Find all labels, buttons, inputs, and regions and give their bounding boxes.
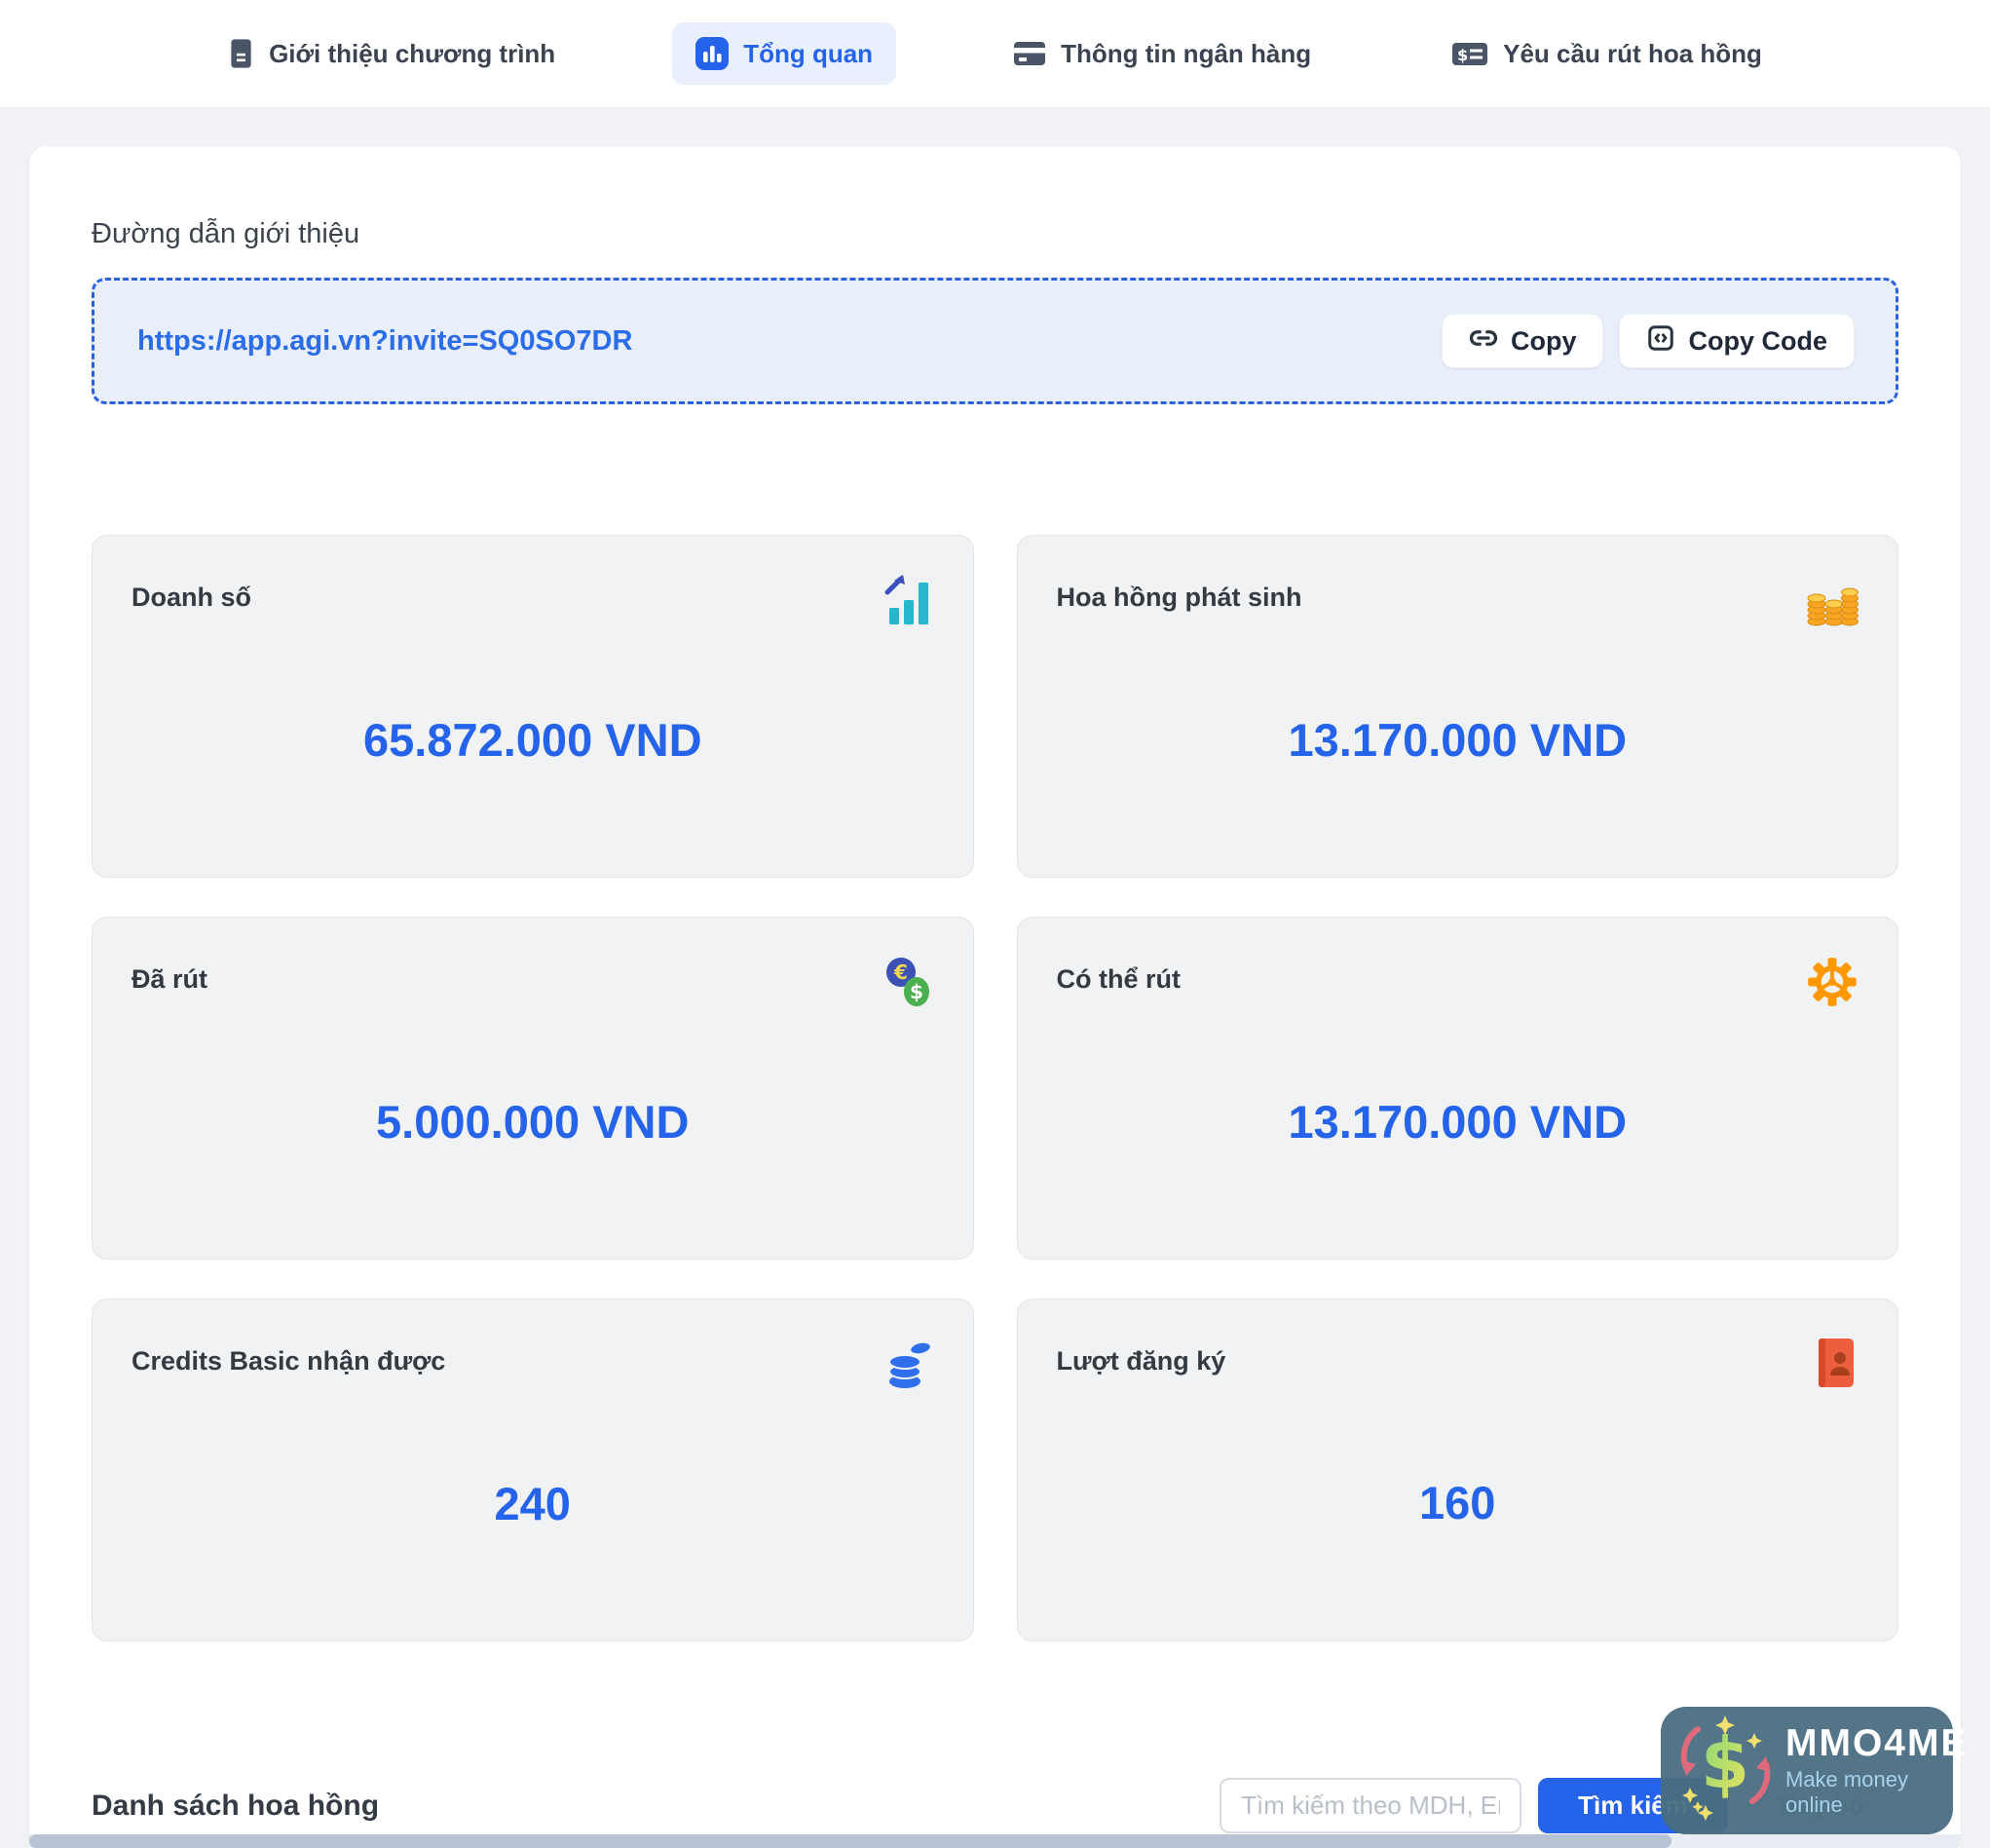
tab-overview[interactable]: Tổng quan	[672, 22, 896, 85]
stat-label: Credits Basic nhận được	[131, 1337, 445, 1377]
tab-program-intro[interactable]: Giới thiệu chương trình	[205, 23, 579, 84]
stat-label: Doanh số	[131, 573, 251, 613]
credit-card-icon	[1013, 39, 1046, 68]
horizontal-scrollbar[interactable]	[29, 1834, 1961, 1848]
stat-card-withdrawable: Có thể rút	[1017, 917, 1899, 1260]
stat-card-credits-basic: Credits Basic nhận được 240	[92, 1299, 974, 1641]
commissions-title: Danh sách hoa hồng	[92, 1790, 379, 1823]
stat-card-withdrawn: Đã rút € $ 5.000.000 VND	[92, 917, 974, 1260]
coins-icon	[883, 1337, 934, 1396]
copy-button[interactable]: Copy	[1442, 314, 1604, 368]
watermark-subtitle: Make money online	[1785, 1767, 1969, 1818]
tab-label: Giới thiệu chương trình	[269, 39, 555, 69]
dollar-exchange-graphic: $	[1669, 1708, 1783, 1833]
scrollbar-thumb[interactable]	[29, 1834, 1671, 1848]
referral-actions: Copy Copy Code	[1442, 314, 1855, 368]
referral-url[interactable]: https://app.agi.vn?invite=SQ0SO7DR	[137, 325, 632, 358]
stat-label: Có thể rút	[1057, 955, 1182, 995]
top-tab-bar: Giới thiệu chương trình Tổng quan Thông …	[0, 0, 1990, 108]
stat-value: 13.170.000 VND	[1288, 1095, 1627, 1149]
stat-label: Lượt đăng ký	[1057, 1337, 1226, 1377]
bar-chart-icon	[695, 37, 729, 70]
stat-card-signups: Lượt đăng ký 160	[1017, 1299, 1899, 1641]
overview-panel: Đường dẫn giới thiệu https://app.agi.vn?…	[29, 146, 1961, 1848]
watermark-title: MMO4ME	[1785, 1723, 1969, 1765]
gear-icon	[1806, 955, 1859, 1014]
tab-label: Tổng quan	[743, 39, 873, 69]
copy-code-button[interactable]: Copy Code	[1619, 314, 1855, 368]
svg-text:$: $	[910, 980, 923, 1003]
copy-code-button-label: Copy Code	[1688, 326, 1827, 357]
tab-bank-info[interactable]: Thông tin ngân hàng	[990, 24, 1334, 84]
svg-text:$: $	[1457, 46, 1468, 64]
link-icon	[1469, 323, 1498, 359]
stat-card-revenue: Doanh số 65.872.000 VND	[92, 535, 974, 878]
stats-grid: Doanh số 65.872.000 VND Hoa hồng phát si	[92, 535, 1898, 1641]
copy-button-label: Copy	[1511, 326, 1577, 357]
currency-exchange-icon: € $	[882, 955, 934, 1014]
file-lines-icon	[228, 38, 254, 69]
stat-value: 13.170.000 VND	[1288, 713, 1627, 767]
stat-label: Đã rút	[131, 955, 207, 995]
stat-value: 65.872.000 VND	[363, 713, 702, 767]
tab-label: Thông tin ngân hàng	[1061, 39, 1311, 69]
address-book-icon	[1812, 1337, 1859, 1394]
stat-value: 240	[495, 1477, 571, 1530]
stat-value: 5.000.000 VND	[376, 1095, 689, 1149]
commissions-section-header: Danh sách hoa hồng Tìm kiếm Hủy bỏ	[92, 1778, 1898, 1833]
money-check-icon: $	[1451, 39, 1488, 68]
tab-label: Yêu cầu rút hoa hồng	[1503, 39, 1762, 69]
referral-link-heading: Đường dẫn giới thiệu	[92, 218, 1898, 250]
tab-withdraw-request[interactable]: $ Yêu cầu rút hoa hồng	[1428, 24, 1785, 84]
chart-increasing-icon	[883, 573, 934, 632]
referral-link-box: https://app.agi.vn?invite=SQ0SO7DR Copy	[92, 278, 1898, 404]
svg-text:€: €	[893, 961, 908, 984]
search-input[interactable]	[1220, 1778, 1521, 1833]
code-icon	[1646, 323, 1675, 359]
coin-stacks-icon	[1806, 573, 1859, 632]
stat-label: Hoa hồng phát sinh	[1057, 573, 1302, 613]
stat-value: 160	[1419, 1476, 1495, 1529]
stat-card-commission-earned: Hoa hồng phát sinh 13.170.000 VND	[1017, 535, 1899, 878]
mmo4me-watermark: $ MMO4ME Make money online	[1661, 1707, 1953, 1834]
